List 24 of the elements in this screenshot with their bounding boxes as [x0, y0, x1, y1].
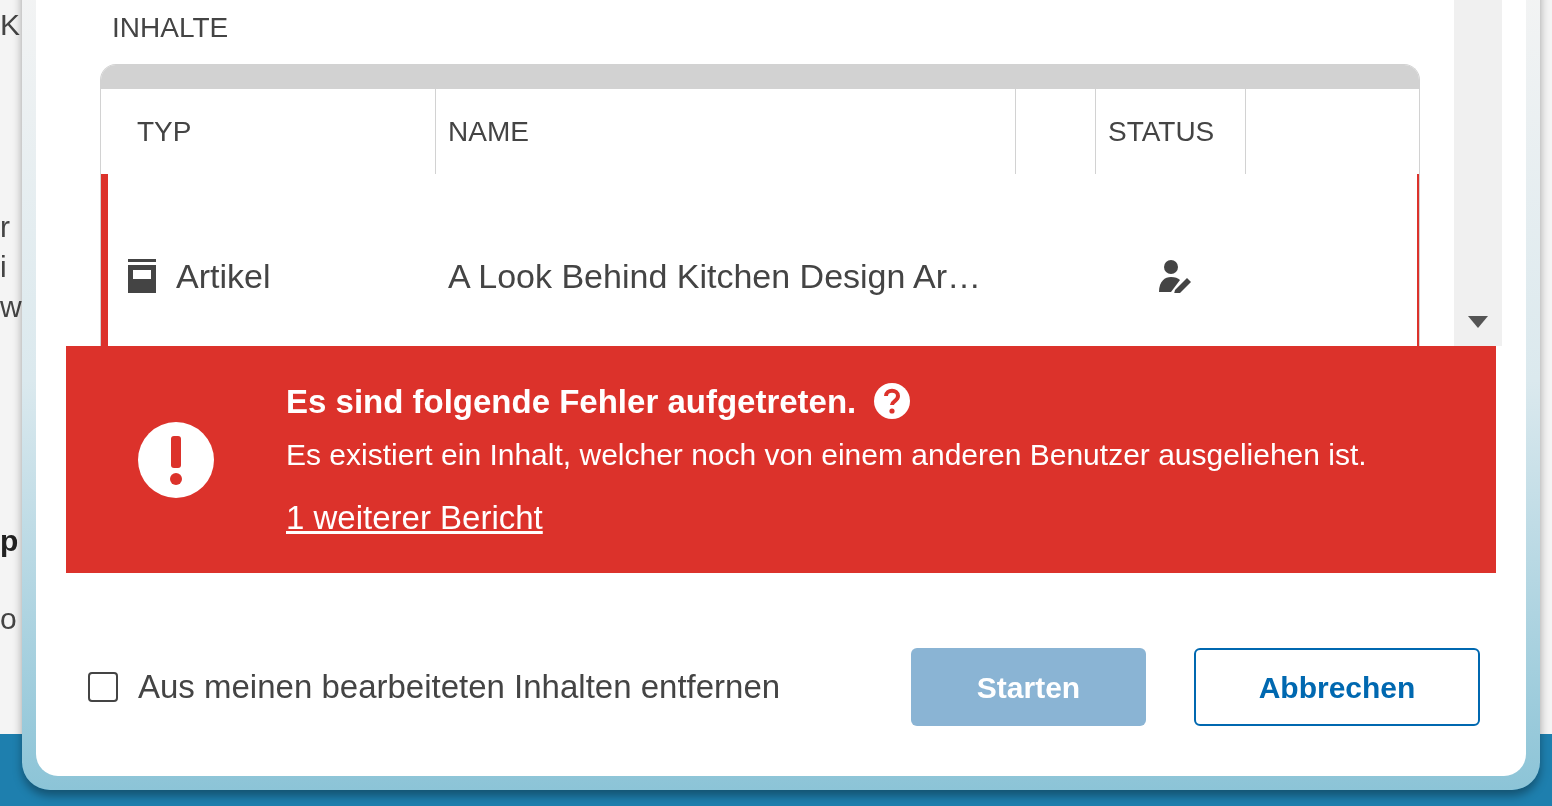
scrollbar[interactable]: [1454, 0, 1502, 346]
user-edit-icon: [1159, 259, 1193, 293]
error-title: Es sind folgende Fehler aufgetreten.: [286, 381, 857, 422]
background-text: K: [0, 8, 21, 42]
column-header: STATUS: [1096, 89, 1246, 174]
scroll-down-icon[interactable]: [1468, 316, 1488, 328]
checkbox[interactable]: [88, 672, 118, 702]
checkbox-label: Aus meinen bearbeiteten Inhalten entfernen: [138, 667, 781, 708]
help-icon[interactable]: [874, 383, 911, 420]
cancel-button[interactable]: Abbrechen: [1194, 648, 1480, 726]
background-text: r: [0, 210, 11, 244]
column-header: NAME: [436, 89, 1016, 174]
section-label: INHALTE: [112, 11, 230, 45]
table-cell-text: Artikel: [176, 255, 271, 297]
background-text: o: [0, 602, 18, 636]
background-text: i: [0, 250, 8, 284]
column-header: TYP: [101, 89, 436, 174]
article-icon: [128, 259, 156, 293]
error-message: Es existiert ein Inhalt, welcher noch von einem anderen Benutzer ausgeliehen ist.: [286, 437, 1367, 473]
background-text: p: [0, 524, 20, 558]
table-cell: A Look Behind Kitchen Design Ar…: [448, 256, 981, 295]
background-text: w: [0, 290, 23, 324]
alert-icon: [138, 421, 214, 498]
more-reports-link[interactable]: 1 weiterer Bericht: [286, 493, 543, 543]
